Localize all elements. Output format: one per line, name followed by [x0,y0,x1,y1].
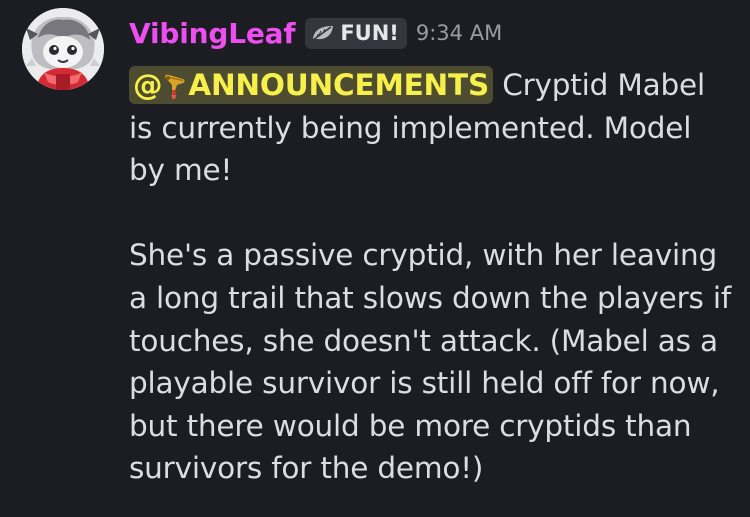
user-avatar[interactable] [22,8,104,90]
message-paragraph-1: @ ANNOUNCEMENTS Cryptid Mabel is current… [129,64,734,192]
message-content: @ ANNOUNCEMENTS Cryptid Mabel is current… [129,64,734,490]
mention-prefix: @ [133,68,163,102]
leaf-icon [311,24,335,42]
chat-message: VibingLeaf FUN! 9:34 AM @ ANNOUNCEMENTS … [0,0,750,517]
username[interactable]: VibingLeaf [129,17,296,50]
role-tag-label: FUN! [340,21,399,45]
horn-icon [163,71,187,99]
role-tag[interactable]: FUN! [305,17,407,49]
message-header: VibingLeaf FUN! 9:34 AM [129,13,502,53]
avatar-image [22,8,104,90]
mention-label: ANNOUNCEMENTS [188,68,490,102]
message-paragraph-2: She's a passive cryptid, with her leavin… [129,238,732,486]
message-timestamp[interactable]: 9:34 AM [416,21,502,45]
role-mention[interactable]: @ ANNOUNCEMENTS [129,66,494,104]
